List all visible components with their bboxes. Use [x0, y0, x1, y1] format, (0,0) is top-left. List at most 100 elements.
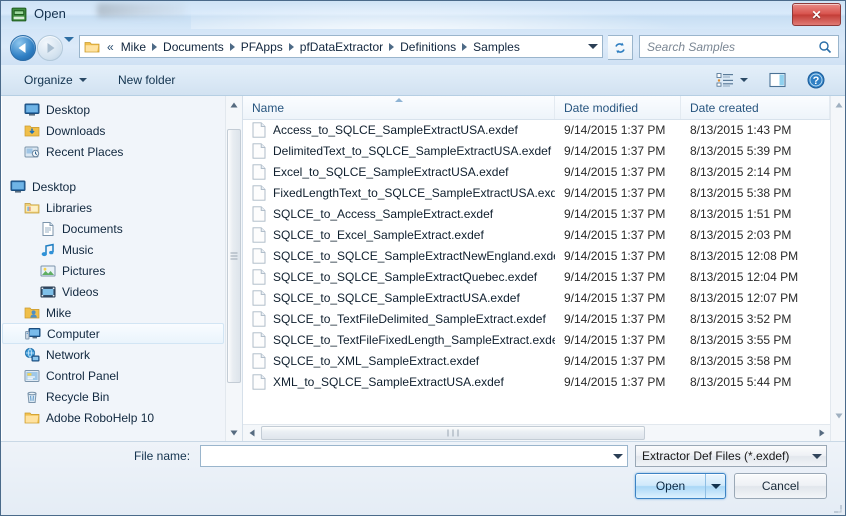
breadcrumb-separator-icon[interactable]: [229, 42, 235, 51]
file-row[interactable]: DelimitedText_to_SQLCE_SampleExtractUSA.…: [243, 140, 845, 161]
address-dropdown-button[interactable]: [584, 36, 602, 57]
breadcrumb-separator-icon[interactable]: [462, 42, 468, 51]
scroll-down-icon: [230, 430, 238, 435]
file-row[interactable]: SQLCE_to_SQLCE_SampleExtractNewEngland.e…: [243, 245, 845, 266]
column-header-name[interactable]: Name: [243, 96, 555, 119]
file-name-label: File name:: [134, 449, 191, 463]
file-list-horizontal-scrollbar[interactable]: [243, 424, 830, 441]
file-row[interactable]: SQLCE_to_SQLCE_SampleExtractUSA.exdef 9/1…: [243, 287, 845, 308]
file-list-vertical-scrollbar[interactable]: [830, 96, 845, 441]
file-name-dropdown-button[interactable]: [609, 446, 627, 466]
sidebar-item-music[interactable]: Music: [2, 239, 224, 260]
sidebar-item-network[interactable]: Network: [2, 344, 224, 365]
breadcrumb-overflow-button[interactable]: «: [103, 40, 117, 54]
file-type-filter-select[interactable]: Extractor Def Files (*.exdef): [635, 445, 827, 467]
document-icon: [252, 247, 266, 264]
sidebar-item-documents[interactable]: Documents: [2, 218, 224, 239]
breadcrumb-item-samples[interactable]: Samples: [469, 38, 524, 56]
refresh-icon: [615, 42, 625, 53]
file-row[interactable]: Access_to_SQLCE_SampleExtractUSA.exdef 9/…: [243, 119, 845, 140]
close-button[interactable]: ✕: [792, 3, 841, 26]
titlebar-glow: [191, 1, 691, 29]
organize-button[interactable]: Organize: [15, 65, 96, 95]
sidebar-item-mike[interactable]: Mike: [2, 302, 224, 323]
title-bar: Open ✕: [1, 1, 845, 30]
file-row[interactable]: SQLCE_to_Access_SampleExtract.exdef 9/14/…: [243, 203, 845, 224]
column-header-date-created[interactable]: Date created: [681, 96, 830, 119]
folder-icon: [24, 410, 40, 426]
filter-dropdown-arrow: [808, 453, 826, 459]
hscroll-thumb[interactable]: [261, 426, 645, 440]
file-name-text: Access_to_SQLCE_SampleExtractUSA.exdef: [273, 122, 518, 137]
sidebar-item-downloads[interactable]: Downloads: [2, 120, 224, 141]
file-name-cell: FixedLengthText_to_SQLCE_SampleExtractUS…: [243, 184, 555, 201]
breadcrumb-separator-icon[interactable]: [152, 42, 158, 51]
file-row[interactable]: FixedLengthText_to_SQLCE_SampleExtractUS…: [243, 182, 845, 203]
chevron-down-icon: [613, 453, 623, 459]
scroll-up-icon: [230, 102, 238, 107]
sidebar-scrollbar-thumb[interactable]: [227, 129, 241, 383]
file-list-scroll-down-button[interactable]: [831, 407, 845, 424]
recent-places-icon: [24, 146, 40, 157]
hscroll-right-button[interactable]: [813, 425, 830, 441]
sidebar-item-control-panel[interactable]: Control Panel: [2, 365, 224, 386]
sidebar-item-computer[interactable]: Computer: [2, 323, 224, 344]
breadcrumb-item-pfapps[interactable]: PFApps: [237, 38, 287, 56]
file-list-scroll-up-button[interactable]: [831, 96, 845, 113]
sidebar-scroll-down-button[interactable]: [226, 424, 242, 441]
search-input[interactable]: Search Samples: [639, 35, 839, 58]
file-name-input[interactable]: [200, 445, 628, 467]
file-row[interactable]: Excel_to_SQLCE_SampleExtractUSA.exdef 9/1…: [243, 161, 845, 182]
sidebar-scroll-up-button[interactable]: [226, 96, 242, 113]
recent-places-icon: [24, 144, 40, 160]
cancel-button[interactable]: Cancel: [734, 473, 827, 499]
sidebar-scrollbar[interactable]: [225, 96, 242, 441]
open-button[interactable]: Open: [635, 473, 726, 499]
sidebar-item-pictures[interactable]: Pictures: [2, 260, 224, 281]
sidebar-item-recycle-bin[interactable]: Recycle Bin: [2, 386, 224, 407]
refresh-button[interactable]: [608, 35, 633, 60]
file-name-cell: SQLCE_to_SQLCE_SampleExtractQuebec.exdef: [243, 268, 555, 285]
open-dropdown-button[interactable]: [706, 474, 725, 498]
breadcrumb-separator-icon[interactable]: [288, 42, 294, 51]
new-folder-button[interactable]: New folder: [109, 65, 184, 95]
file-row[interactable]: SQLCE_to_TextFileFixedLength_SampleExtra…: [243, 329, 845, 350]
document-icon: [252, 310, 266, 327]
recent-locations-button[interactable]: [64, 37, 76, 56]
show-preview-pane-button[interactable]: [769, 69, 787, 91]
breadcrumb[interactable]: « Mike Documents PFApps pfDataExtractor …: [79, 35, 603, 58]
open-button-label: Open: [636, 474, 706, 498]
sidebar-item-adobe-robohelp-10[interactable]: Adobe RoboHelp 10: [2, 407, 224, 428]
hscroll-left-button[interactable]: [243, 425, 260, 441]
file-row[interactable]: SQLCE_to_XML_SampleExtract.exdef 9/14/201…: [243, 350, 845, 371]
breadcrumb-item-mike[interactable]: Mike: [117, 38, 150, 56]
file-list-pane: Name Date modified Date created Access_to_…: [243, 96, 845, 441]
file-name-cell: SQLCE_to_XML_SampleExtract.exdef: [243, 352, 555, 369]
sidebar-item-desktop[interactable]: Desktop: [2, 176, 224, 197]
file-row[interactable]: SQLCE_to_SQLCE_SampleExtractQuebec.exdef…: [243, 266, 845, 287]
breadcrumb-separator-icon[interactable]: [389, 42, 395, 51]
network-icon: [24, 347, 40, 363]
sidebar-item-label: Documents: [62, 221, 123, 236]
sidebar-item-libraries[interactable]: Libraries: [2, 197, 224, 218]
column-header-date-modified[interactable]: Date modified: [555, 96, 681, 119]
sidebar-item-desktop[interactable]: Desktop: [2, 99, 224, 120]
change-view-button[interactable]: [716, 69, 748, 91]
sidebar-item-recent-places[interactable]: Recent Places: [2, 141, 224, 162]
sidebar-item-videos[interactable]: Videos: [2, 281, 224, 302]
file-name-text: SQLCE_to_SQLCE_SampleExtractNewEngland.e…: [273, 248, 555, 263]
file-date-created-cell: 8/13/2015 12:04 PM: [690, 269, 799, 284]
file-date-modified-cell: 9/14/2015 1:37 PM: [564, 185, 666, 200]
file-row[interactable]: SQLCE_to_Excel_SampleExtract.exdef 9/14/2…: [243, 224, 845, 245]
file-row[interactable]: XML_to_SQLCE_SampleExtractUSA.exdef 9/14/…: [243, 371, 845, 392]
back-button[interactable]: [10, 35, 36, 61]
help-button[interactable]: ?: [807, 69, 825, 91]
resize-grip-icon[interactable]: [830, 501, 842, 513]
breadcrumb-item-pfdataextractor[interactable]: pfDataExtractor: [296, 38, 387, 56]
file-row[interactable]: SQLCE_to_TextFileDelimited_SampleExtract…: [243, 308, 845, 329]
close-icon: ✕: [811, 7, 822, 22]
forward-button[interactable]: [37, 35, 63, 61]
forward-arrow-icon: [47, 43, 55, 53]
breadcrumb-item-documents[interactable]: Documents: [159, 38, 228, 56]
breadcrumb-item-definitions[interactable]: Definitions: [396, 38, 460, 56]
